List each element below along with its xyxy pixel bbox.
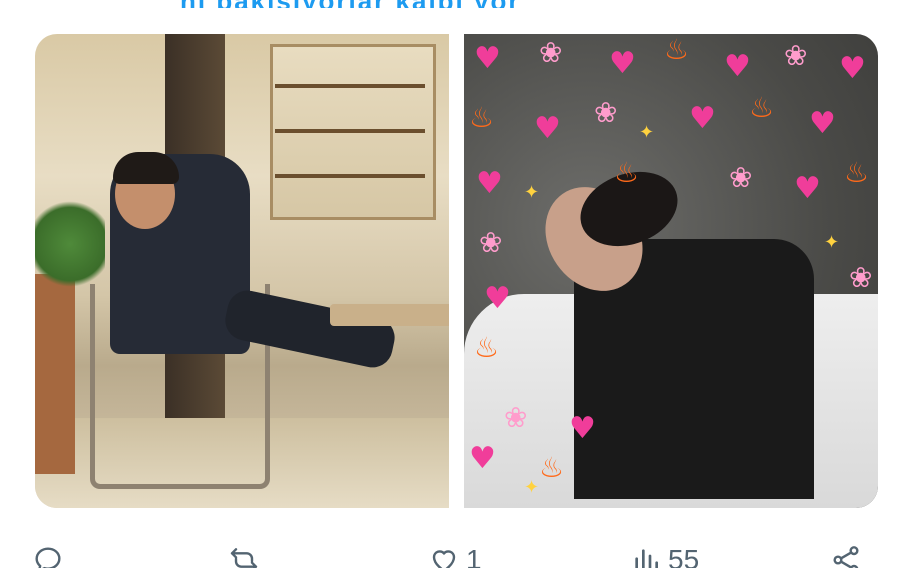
person-hair (113, 152, 179, 184)
fire-icon: ♨ (614, 156, 640, 189)
views-count: 55 (668, 544, 700, 568)
emoji-edit-photo[interactable]: ♥ ❀ ♥ ♨ ♥ ❀ ♥ ♨ ♥ ❀ ✦ ♥ ♨ ♥ ♥ ✦ ♨ ❀ ♥ ♨ … (464, 34, 878, 508)
table (330, 304, 449, 326)
reply-button[interactable] (32, 540, 70, 568)
heart-icon: ♥ (689, 101, 716, 136)
tweet-action-bar: 1 55 (30, 540, 870, 568)
fire-icon: ♨ (469, 101, 495, 134)
shelf-line (275, 174, 425, 178)
heart-icon: ♥ (484, 281, 511, 316)
cafe-photo[interactable] (35, 34, 449, 508)
heart-icon: ♥ (469, 441, 496, 476)
fire-icon: ♨ (664, 34, 690, 66)
heart-icon: ♥ (476, 166, 503, 201)
flower-icon: ❀ (784, 39, 808, 72)
flower-icon: ❀ (504, 401, 528, 434)
heart-outline-icon (432, 550, 456, 568)
sparkle-icon: ✦ (524, 477, 540, 498)
retweet-button[interactable] (228, 540, 266, 568)
flower-icon: ❀ (594, 96, 618, 129)
heart-icon: ♥ (809, 106, 836, 141)
plant (35, 194, 105, 294)
heart-icon: ♥ (724, 49, 751, 84)
tweet-text: ni bakışıyorlar kalbi yor (180, 0, 520, 8)
heart-icon: ♥ (569, 411, 596, 446)
reply-icon (35, 547, 61, 568)
heart-icon: ♥ (534, 111, 561, 146)
heart-icon: ♥ (609, 46, 636, 81)
bar-chart-icon (635, 549, 658, 568)
like-count: 1 (466, 544, 482, 568)
shelf-line (275, 84, 425, 88)
fire-icon: ♨ (474, 331, 500, 364)
share-icon (833, 546, 859, 568)
media-grid: ♥ ❀ ♥ ♨ ♥ ❀ ♥ ♨ ♥ ❀ ✦ ♥ ♨ ♥ ♥ ✦ ♨ ❀ ♥ ♨ … (35, 34, 878, 508)
heart-icon: ♥ (839, 51, 866, 86)
fire-icon: ♨ (844, 156, 870, 189)
share-button[interactable] (830, 540, 862, 568)
fire-icon: ♨ (539, 451, 565, 484)
retweet-icon (230, 548, 258, 568)
heart-icon: ♥ (474, 41, 501, 76)
flower-icon: ❀ (729, 161, 753, 194)
fire-icon: ♨ (749, 91, 775, 124)
tweet-view: ni bakışıyorlar kalbi yor ♥ ❀ ♥ (0, 0, 916, 568)
sparkle-icon: ✦ (524, 182, 540, 203)
flower-icon: ❀ (849, 261, 873, 294)
like-button[interactable]: 1 (428, 540, 482, 568)
plant-pot (35, 274, 75, 474)
heart-icon: ♥ (794, 171, 821, 206)
sparkle-icon: ✦ (639, 122, 655, 143)
flower-icon: ❀ (479, 226, 503, 259)
views-button[interactable]: 55 (630, 540, 699, 568)
flower-icon: ❀ (539, 36, 563, 69)
shelf-line (275, 129, 425, 133)
sparkle-icon: ✦ (824, 232, 840, 253)
